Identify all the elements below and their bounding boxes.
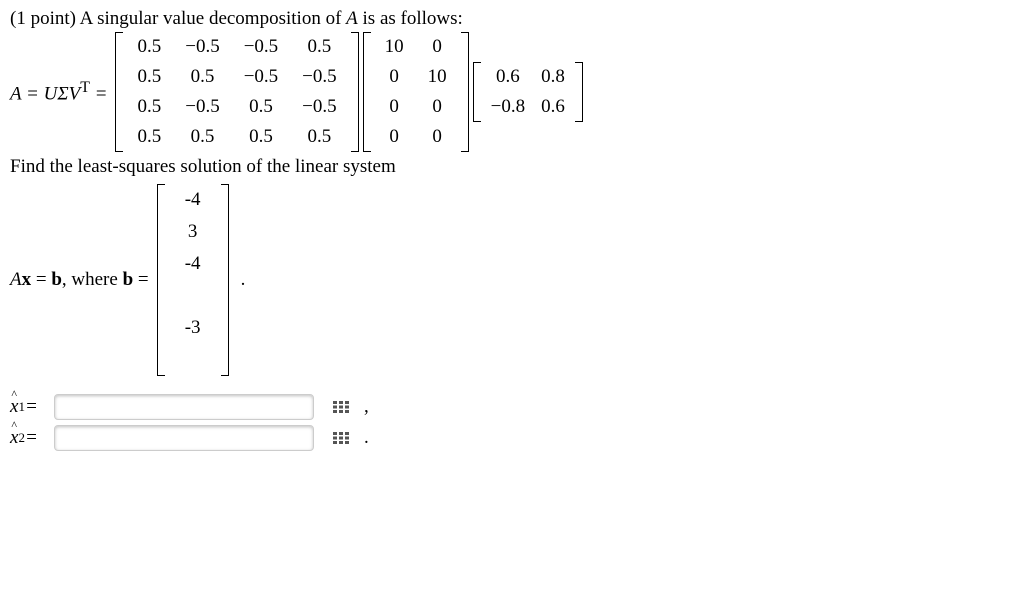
x2-label: ^x2 = <box>10 427 54 449</box>
vector-b: -4 3 -4 -3 <box>157 184 229 376</box>
answer-row-x1: ^x1 = , <box>10 394 1014 420</box>
points-text: (1 point) A singular value decomposition… <box>10 8 346 29</box>
answers-block: ^x1 = , ^x2 = <box>10 394 1014 451</box>
follows-text: is as follows: <box>358 8 463 29</box>
matrix-Sigma: 100 010 00 00 <box>363 32 469 152</box>
matrix-Vt: 0.60.8 −0.80.6 <box>473 62 583 122</box>
x2-input[interactable] <box>54 425 314 451</box>
keypad-icon[interactable] <box>328 396 354 418</box>
svd-equation: A = UΣVT = 0.5−0.5−0.50.5 0.50.5−0.5−0.5… <box>10 32 1014 152</box>
symbol-A: A <box>346 8 358 29</box>
problem-statement: (1 point) A singular value decomposition… <box>10 8 1014 30</box>
x1-label: ^x1 = <box>10 396 54 418</box>
system-instruction: Find the least-squares solution of the l… <box>10 156 1014 178</box>
matrix-U: 0.5−0.5−0.50.5 0.50.5−0.5−0.5 0.5−0.50.5… <box>115 32 358 152</box>
x1-sep: , <box>364 396 369 418</box>
x1-input[interactable] <box>54 394 314 420</box>
b-lhs: Ax = b, where b = <box>10 269 149 291</box>
x2-end: . <box>364 427 369 449</box>
b-equation: Ax = b, where b = -4 3 -4 -3 . <box>10 184 1014 376</box>
answer-row-x2: ^x2 = . <box>10 425 1014 451</box>
b-trail: . <box>241 269 246 291</box>
keypad-icon[interactable] <box>328 427 354 449</box>
svd-lhs: A = UΣVT = <box>10 79 107 105</box>
